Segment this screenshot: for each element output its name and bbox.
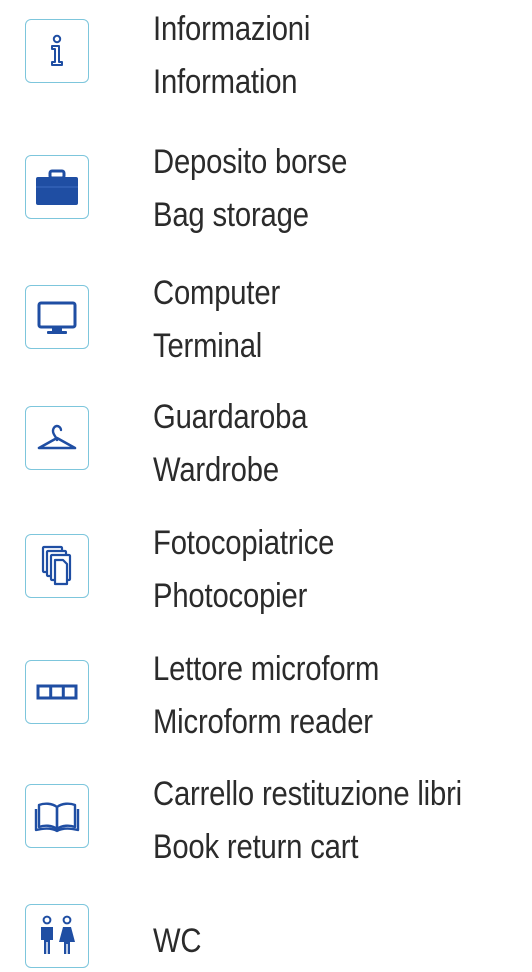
label-italian: Informazioni (153, 10, 311, 48)
briefcase-icon (25, 155, 89, 219)
label-italian: Carrello restituzione libri (153, 775, 462, 813)
label-italian: WC (153, 922, 202, 960)
label-english: Terminal (153, 327, 263, 365)
info-icon (25, 19, 89, 83)
label-italian: Deposito borse (153, 143, 348, 181)
legend-page: { "legend": { "items": [ { "icon": "info… (0, 0, 532, 972)
microfilm-icon (25, 660, 89, 724)
open-book-icon (25, 784, 89, 848)
label-english: Bag storage (153, 196, 309, 234)
label-english: Wardrobe (153, 451, 279, 489)
label-italian: Fotocopiatrice (153, 524, 335, 562)
restroom-icon (25, 904, 89, 968)
monitor-icon (25, 285, 89, 349)
label-english: Microform reader (153, 703, 373, 741)
label-italian: Lettore microform (153, 650, 380, 688)
label-italian: Guardaroba (153, 398, 308, 436)
label-english: Book return cart (153, 828, 359, 866)
label-english: Information (153, 63, 298, 101)
hanger-icon (25, 406, 89, 470)
label-italian: Computer (153, 274, 281, 312)
label-english: Photocopier (153, 577, 308, 615)
copies-icon (25, 534, 89, 598)
